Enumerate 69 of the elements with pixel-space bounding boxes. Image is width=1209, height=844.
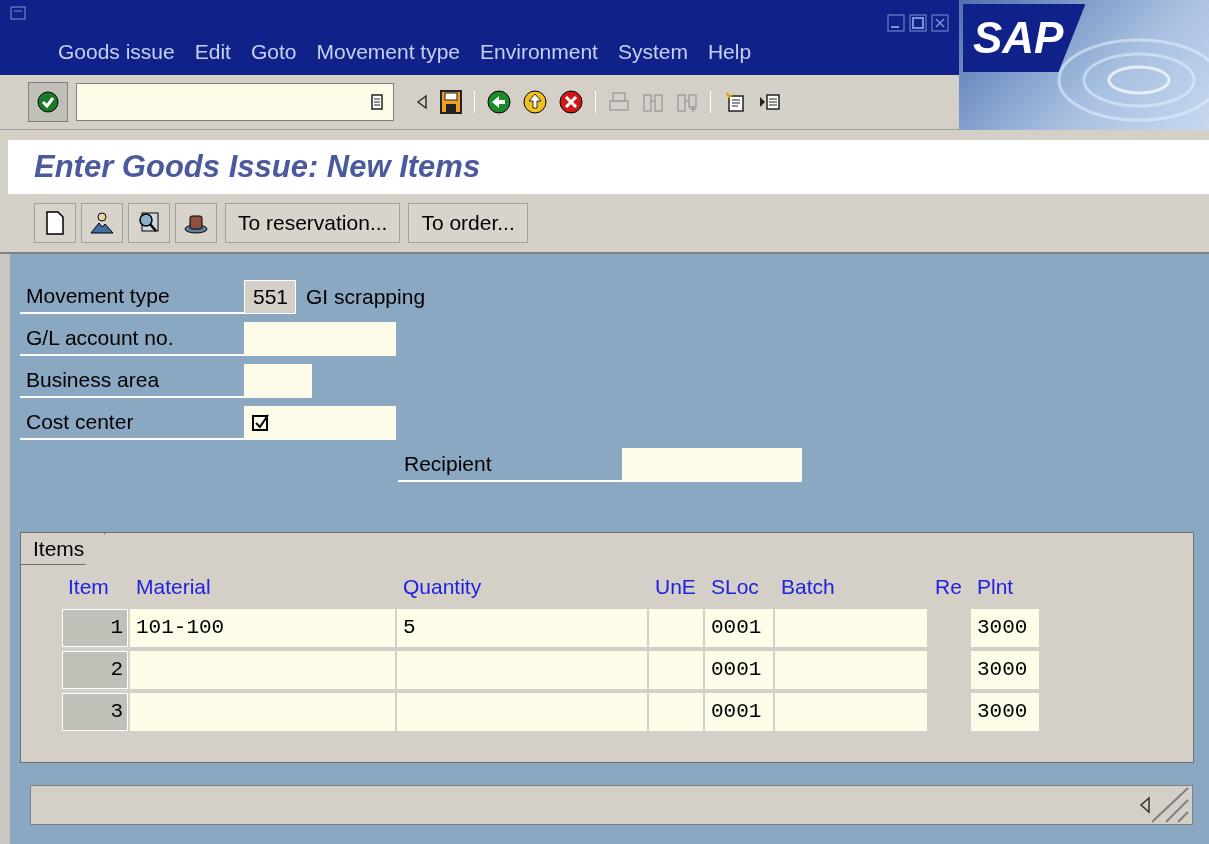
icon-button[interactable]: [34, 203, 76, 243]
table-cell[interactable]: 0001: [705, 692, 773, 731]
person-landscape-icon: [89, 211, 115, 235]
column-header: Quantity: [402, 574, 483, 600]
column-header: Plnt: [976, 574, 1015, 600]
minimize-icon[interactable]: [887, 14, 905, 32]
close-icon[interactable]: [931, 14, 949, 32]
table-cell[interactable]: 5: [397, 608, 647, 647]
table-cell[interactable]: [397, 650, 647, 689]
cancel-icon[interactable]: [559, 90, 583, 114]
toolbar-button[interactable]: To order...: [408, 203, 528, 243]
toolbar-button[interactable]: To reservation...: [225, 203, 401, 243]
dropdown-icon[interactable]: [371, 94, 383, 110]
column-header: Material: [135, 574, 212, 600]
row-number: 1: [62, 608, 128, 647]
group-title: Items: [21, 533, 106, 565]
input-field[interactable]: [244, 364, 312, 398]
table-cell[interactable]: [130, 650, 395, 689]
left-triangle-icon[interactable]: [416, 94, 428, 110]
table-cell[interactable]: 0001: [705, 608, 773, 647]
document-icon: [45, 211, 65, 235]
column-header: Batch: [780, 574, 836, 600]
input-field[interactable]: [622, 448, 802, 482]
field-description: GI scrapping: [305, 284, 426, 311]
required-checkbox-icon: [252, 414, 270, 432]
icon-button[interactable]: [175, 203, 217, 243]
input-field[interactable]: [244, 322, 396, 356]
menu-item[interactable]: Environment: [480, 36, 598, 68]
menu-item[interactable]: Movement type: [316, 36, 461, 68]
checkmark-icon[interactable]: [37, 91, 59, 113]
sap-logo: SAP: [963, 4, 1086, 72]
table-cell[interactable]: 3000: [971, 692, 1039, 731]
layout-icon[interactable]: [759, 92, 781, 112]
table-cell[interactable]: [775, 608, 927, 647]
screen-title: Enter Goods Issue: New Items: [34, 147, 481, 186]
table-cell[interactable]: [649, 692, 703, 731]
table-cell[interactable]: 0001: [705, 650, 773, 689]
table-cell[interactable]: 3000: [971, 650, 1039, 689]
table-cell[interactable]: [775, 650, 927, 689]
resize-grip-icon[interactable]: [1152, 786, 1192, 824]
table-cell[interactable]: [649, 650, 703, 689]
table-cell[interactable]: [649, 608, 703, 647]
table-cell[interactable]: 3000: [971, 608, 1039, 647]
column-header: SLoc: [710, 574, 760, 600]
table-cell[interactable]: 101-100: [130, 608, 395, 647]
command-field[interactable]: [76, 83, 394, 121]
column-header: UnE: [654, 574, 697, 600]
input-field[interactable]: [244, 406, 396, 440]
menu-item[interactable]: Help: [707, 36, 752, 68]
field-value: 551: [253, 284, 289, 311]
table-cell[interactable]: [397, 692, 647, 731]
row-number: 2: [62, 650, 128, 689]
table-cell[interactable]: [775, 692, 927, 731]
hat-icon: [183, 212, 209, 234]
column-header: Item: [67, 574, 110, 600]
menu-item[interactable]: System: [617, 36, 688, 68]
icon-button[interactable]: [81, 203, 123, 243]
window-menu-icon[interactable]: [10, 6, 26, 22]
new-window-icon[interactable]: [723, 91, 747, 113]
menu-item[interactable]: Goto: [250, 36, 297, 68]
row-number: 3: [62, 692, 128, 731]
icon-button[interactable]: [128, 203, 170, 243]
maximize-icon[interactable]: [909, 14, 927, 32]
column-header: Re: [934, 574, 963, 600]
left-triangle-icon[interactable]: [1138, 796, 1152, 814]
menu-item[interactable]: Edit: [194, 36, 231, 68]
menu-item[interactable]: Goods issue: [58, 36, 175, 68]
table-cell[interactable]: [130, 692, 395, 731]
magnifier-document-icon: [136, 211, 162, 235]
